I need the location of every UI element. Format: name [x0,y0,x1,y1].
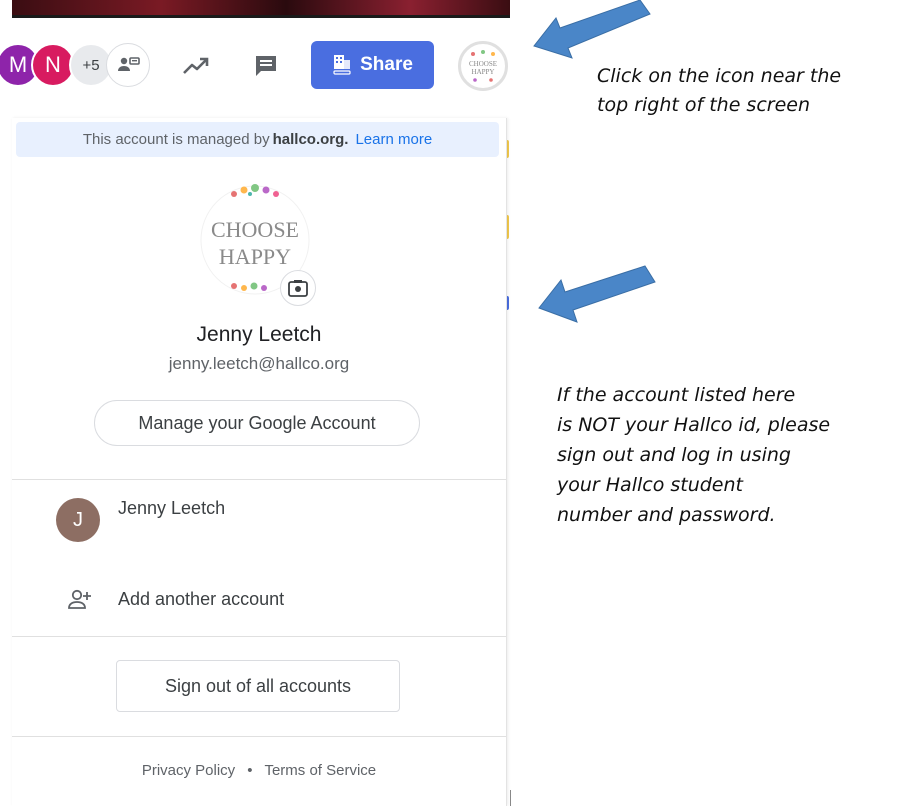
note1-line: Click on the icon near the [597,65,842,87]
trending-up-icon [183,57,209,74]
present-to-all-button[interactable] [106,43,150,87]
account-list-item[interactable]: J Jenny Leetch [12,490,506,560]
account-avatar: J [56,498,100,542]
privacy-policy-link[interactable]: Privacy Policy [142,762,235,779]
profile-text-line-2: HAPPY [472,68,495,76]
terms-of-service-link[interactable]: Terms of Service [264,762,376,779]
instruction-note-click: Click on the icon near the top right of … [597,62,897,120]
picture-text-line-2: HAPPY [219,244,291,269]
learn-more-link[interactable]: Learn more [355,131,432,148]
managed-prefix: This account is managed by [82,131,270,148]
building-icon [333,55,351,75]
account-email: jenny.leetch@hallco.org [168,354,350,373]
account-list-name: Jenny Leetch [118,498,226,518]
managed-domain: hallco.org. [272,131,349,148]
footer-separator: • [247,762,253,779]
account-name: Jenny Leetch [196,323,322,346]
add-account-label: Add another account [118,589,285,609]
banner-bottom-bar [12,15,510,18]
add-another-account-item[interactable]: Add another account [12,580,506,620]
activity-dashboard-button[interactable] [180,50,212,82]
share-button[interactable]: Share [311,41,434,89]
section-divider [12,736,506,737]
instruction-note-account: If the account listed here is NOT your H… [557,380,887,530]
picture-text-line-1: CHOOSE [211,217,299,242]
comment-icon [256,56,276,76]
arrow-icon-middle [538,265,656,323]
sign-out-all-button[interactable]: Sign out of all accounts [116,660,400,712]
change-photo-button[interactable] [280,270,316,306]
managed-account-banner: This account is managed by hallco.org. L… [16,122,499,157]
comment-history-button[interactable] [250,50,282,82]
cursor-tick [510,790,511,806]
share-label: Share [360,54,413,75]
present-to-all-icon [118,57,140,71]
profile-text-line-1: CHOOSE [469,60,497,68]
note1-line: top right of the screen [597,94,811,116]
camera-icon [288,280,308,297]
person-add-icon [68,589,91,609]
note2-line: number and password. [557,504,776,526]
section-divider [12,479,506,480]
note2-line: sign out and log in using [557,444,791,466]
footer-links: Privacy Policy • Terms of Service [12,762,506,779]
choose-happy-avatar-icon: CHOOSE HAPPY [469,50,497,82]
top-banner-image [12,0,510,18]
note2-line: your Hallco student [557,474,743,496]
note2-line: is NOT your Hallco id, please [557,414,831,436]
docs-toolbar: M N +5 Share CHOOSE HAPPY [0,20,515,110]
note2-line: If the account listed here [557,384,796,406]
google-account-button[interactable]: CHOOSE HAPPY [458,41,508,91]
manage-google-account-button[interactable]: Manage your Google Account [94,400,420,446]
account-menu-panel: This account is managed by hallco.org. L… [12,118,507,806]
section-divider [12,636,506,637]
arrow-icon-top [533,0,651,59]
